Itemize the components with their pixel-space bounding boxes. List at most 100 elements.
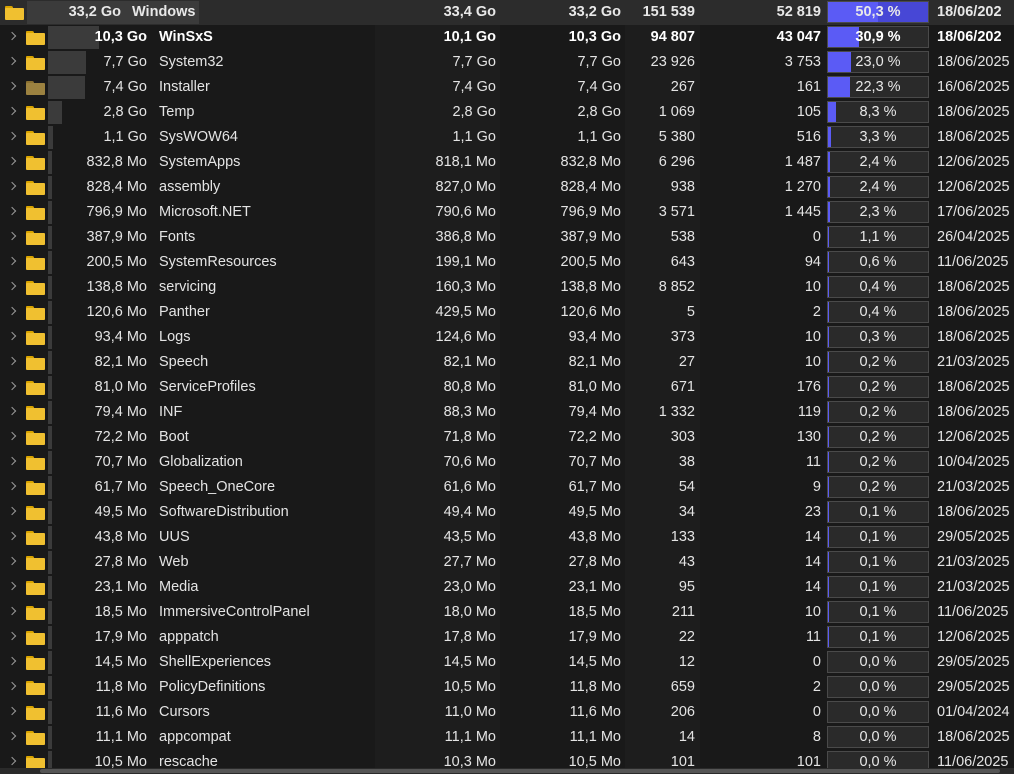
size-value-2: 82,1 Mo [568,354,621,370]
folder-row[interactable]: 93,4 Mo Logs 124,6 Mo 93,4 Mo 373 10 0,3 % 18/0… [0,325,1014,350]
chevron-right-icon[interactable] [7,406,17,416]
scrollbar-thumb[interactable] [40,769,1000,773]
chevron-right-icon[interactable] [7,181,17,191]
chevron-right-icon[interactable] [7,331,17,341]
chevron-right-icon[interactable] [7,756,17,766]
chevron-right-icon[interactable] [7,431,17,441]
folder-row[interactable]: 82,1 Mo Speech 82,1 Mo 82,1 Mo 27 10 0,2 % 21/0… [0,350,1014,375]
folder-row[interactable]: 120,6 Mo Panther 429,5 Mo 120,6 Mo 5 2 0,4 % 18… [0,300,1014,325]
chevron-right-icon[interactable] [7,81,17,91]
percent-bar: 2,3 % [827,201,929,223]
modified-date: 11/06/2025 [937,604,1009,620]
size-value: 82,1 Mo [94,354,147,370]
folder-name: ServiceProfiles [159,379,256,395]
percent-label: 0,1 % [859,629,897,645]
folder-row[interactable]: 200,5 Mo SystemResources 199,1 Mo 200,5 Mo 6… [0,250,1014,275]
folder-row[interactable]: 70,7 Mo Globalization 70,6 Mo 70,7 Mo 38 11 0,… [0,450,1014,475]
chevron-right-icon[interactable] [7,31,17,41]
chevron-right-icon[interactable] [7,731,17,741]
folder-row[interactable]: 828,4 Mo assembly 827,0 Mo 828,4 Mo 938 1 270… [0,175,1014,200]
folder-name: Temp [159,104,195,120]
percent-label: 0,1 % [859,554,897,570]
chevron-right-icon[interactable] [7,656,17,666]
folder-row[interactable]: 2,8 Go Temp 2,8 Go 2,8 Go 1 069 105 8,3 % 18/06… [0,100,1014,125]
folder-name: ShellExperiences [159,654,272,670]
percent-label: 0,1 % [859,504,897,520]
percent-label: 2,4 % [859,179,897,195]
folder-row[interactable]: 23,1 Mo Media 23,0 Mo 23,1 Mo 95 14 0,1 % 21/03… [0,575,1014,600]
size-value-2: 828,4 Mo [560,179,621,195]
allocated-value: 429,5 Mo [435,304,496,320]
size-value-2: 23,1 Mo [568,579,621,595]
folder-name: appcompat [159,729,231,745]
percent-bar: 3,3 % [827,126,929,148]
chevron-right-icon[interactable] [7,531,17,541]
modified-date: 18/06/2025 [937,304,1010,320]
chevron-right-icon[interactable] [7,356,17,366]
folder-row[interactable]: 49,5 Mo SoftwareDistribution 49,4 Mo 49,5 M… [0,500,1014,525]
root-row[interactable]: 33,2 Go Windows 33,4 Go 33,2 Go 151 539 52 81… [0,0,1014,25]
folder-row[interactable]: 72,2 Mo Boot 71,8 Mo 72,2 Mo 303 130 0,2 % 12/0… [0,425,1014,450]
size-value: 828,4 Mo [86,179,147,195]
folder-row[interactable]: 17,9 Mo apppatch 17,8 Mo 17,9 Mo 22 11 0,1 % 12… [0,625,1014,650]
chevron-right-icon[interactable] [7,131,17,141]
chevron-right-icon[interactable] [7,281,17,291]
folder-row[interactable]: 7,4 Go Installer 7,4 Go 7,4 Go 267 161 22,3 % 1… [0,75,1014,100]
size-value-2: 14,5 Mo [568,654,621,670]
chevron-right-icon[interactable] [7,631,17,641]
chevron-right-icon[interactable] [7,481,17,491]
chevron-right-icon[interactable] [7,506,17,516]
chevron-right-icon[interactable] [7,56,17,66]
chevron-right-icon[interactable] [7,581,17,591]
percent-label: 2,4 % [859,154,897,170]
chevron-right-icon[interactable] [7,106,17,116]
chevron-right-icon[interactable] [7,681,17,691]
chevron-right-icon[interactable] [7,206,17,216]
folder-row[interactable]: 43,8 Mo UUS 43,5 Mo 43,8 Mo 133 14 0,1 % 29/05/… [0,525,1014,550]
folder-row[interactable]: 27,8 Mo Web 27,7 Mo 27,8 Mo 43 14 0,1 % 21/03/2… [0,550,1014,575]
chevron-right-icon[interactable] [7,606,17,616]
folder-row[interactable]: 10,3 Go WinSxS 10,1 Go 10,3 Go 94 807 43 047 3… [0,25,1014,50]
folder-row[interactable]: 18,5 Mo ImmersiveControlPanel 18,0 Mo 18,5 … [0,600,1014,625]
files-count: 95 [678,579,695,595]
chevron-right-icon[interactable] [7,156,17,166]
allocated-value: 88,3 Mo [443,404,496,420]
folder-row[interactable]: 796,9 Mo Microsoft.NET 790,6 Mo 796,9 Mo 3 5… [0,200,1014,225]
folder-row[interactable]: 138,8 Mo servicing 160,3 Mo 138,8 Mo 8 852 10… [0,275,1014,300]
folder-row[interactable]: 14,5 Mo ShellExperiences 14,5 Mo 14,5 Mo 12 0… [0,650,1014,675]
folder-icon [26,406,45,420]
folder-row[interactable]: 832,8 Mo SystemApps 818,1 Mo 832,8 Mo 6 296 1… [0,150,1014,175]
folder-name: Speech_OneCore [159,479,276,495]
folder-row[interactable]: 1,1 Go SysWOW64 1,1 Go 1,1 Go 5 380 516 3,3 % 1… [0,125,1014,150]
folder-row[interactable]: 11,1 Mo appcompat 11,1 Mo 11,1 Mo 14 8 0,0 % 18… [0,725,1014,750]
files-count: 538 [670,229,695,245]
chevron-right-icon[interactable] [7,456,17,466]
folder-row[interactable]: 79,4 Mo INF 88,3 Mo 79,4 Mo 1 332 119 0,2 % 18/… [0,400,1014,425]
files-count: 23 926 [650,54,695,70]
chevron-right-icon[interactable] [7,306,17,316]
folder-row[interactable]: 81,0 Mo ServiceProfiles 80,8 Mo 81,0 Mo 671 1… [0,375,1014,400]
chevron-right-icon[interactable] [7,231,17,241]
files-count: 43 [678,554,695,570]
folder-row[interactable]: 11,8 Mo PolicyDefinitions 10,5 Mo 11,8 Mo 65… [0,675,1014,700]
chevron-right-icon[interactable] [7,256,17,266]
size-value: 1,1 Go [103,129,147,145]
chevron-right-icon[interactable] [7,556,17,566]
percent-label: 2,3 % [859,204,897,220]
folder-name: servicing [159,279,217,295]
folder-name: SoftwareDistribution [159,504,289,520]
percent-bar: 0,0 % [827,726,929,748]
percent-bar: 0,4 % [827,276,929,298]
chevron-right-icon[interactable] [7,381,17,391]
chevron-right-icon[interactable] [7,706,17,716]
folder-name: SysWOW64 [159,129,238,145]
folder-row[interactable]: 11,6 Mo Cursors 11,0 Mo 11,6 Mo 206 0 0,0 % 01/… [0,700,1014,725]
folder-row[interactable]: 387,9 Mo Fonts 386,8 Mo 387,9 Mo 538 0 1,1 % 26… [0,225,1014,250]
folder-row[interactable]: 61,7 Mo Speech_OneCore 61,6 Mo 61,7 Mo 54 9 0,… [0,475,1014,500]
size-value-2: 11,1 Mo [569,729,621,745]
modified-date: 12/06/2025 [937,629,1010,645]
folder-row[interactable]: 7,7 Go System32 7,7 Go 7,7 Go 23 926 3 753 23,… [0,50,1014,75]
folder-name: SystemApps [159,154,241,170]
modified-date: 11/06/2025 [937,254,1009,270]
folder-icon [26,381,45,395]
